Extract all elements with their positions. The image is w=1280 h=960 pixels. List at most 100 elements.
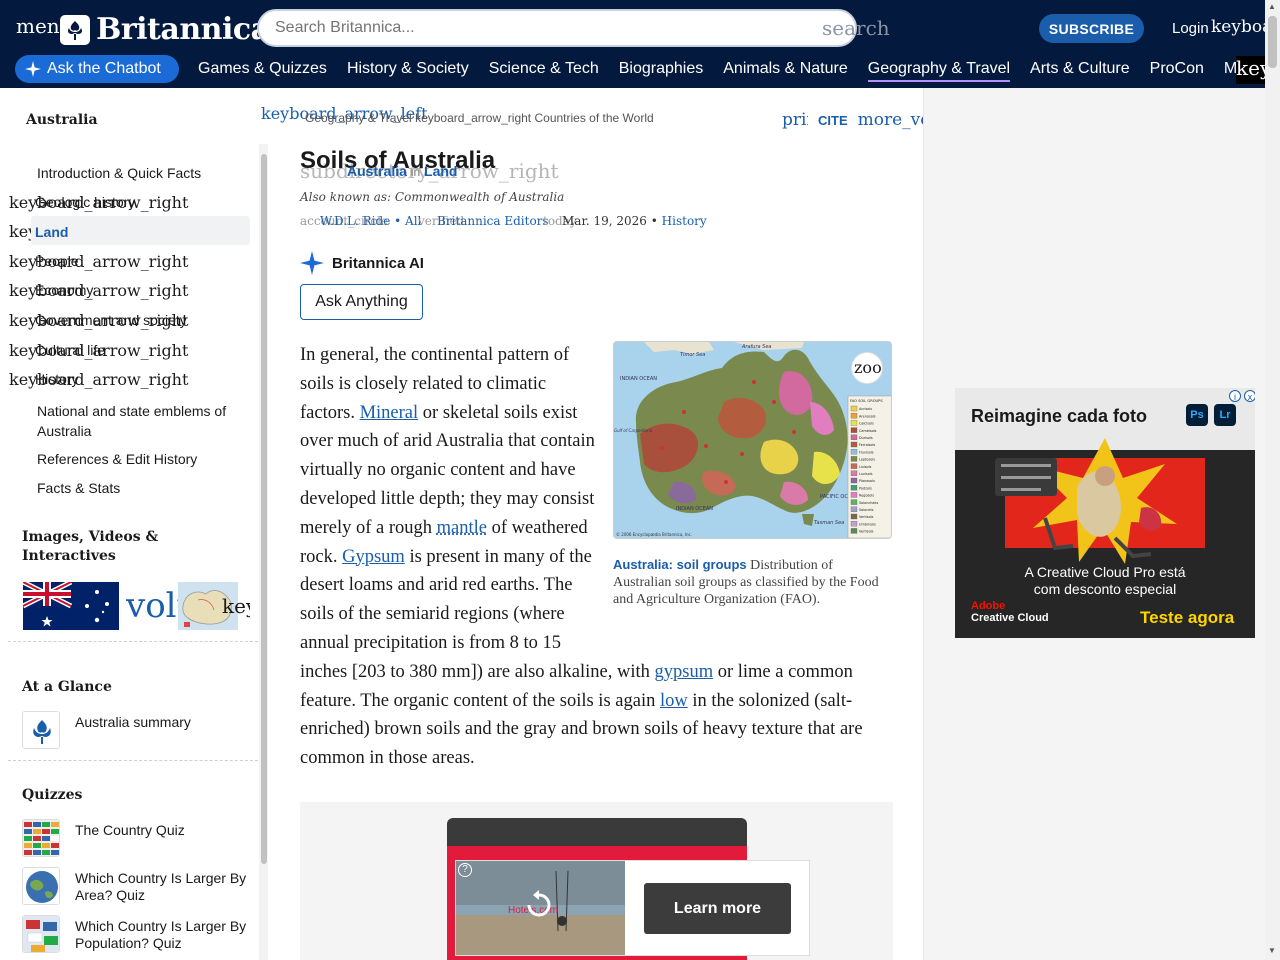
search-input[interactable] xyxy=(275,11,815,45)
nav-biographies[interactable]: Biographies xyxy=(619,60,704,82)
sidebar-title[interactable]: Australia xyxy=(26,112,98,128)
breadcrumb: Geography & Travel keyboard_arrow_right … xyxy=(305,111,654,125)
ad-promo-text: A Creative Cloud Pro está com desconto es… xyxy=(1024,564,1186,597)
britannica-thistle-icon[interactable] xyxy=(22,711,60,749)
cite-button[interactable]: CITE xyxy=(818,113,848,128)
nav-scroll-right-icon[interactable]: keyboard_arrow_right xyxy=(1236,56,1266,84)
video-volume-icon[interactable]: volume_up xyxy=(126,586,178,626)
media-next-icon[interactable]: keyboard_arrow_right xyxy=(222,594,250,618)
ad-cta-button[interactable]: Teste agora xyxy=(1140,608,1234,628)
toc-government-society[interactable]: keyboard_arrow_right Government and soci… xyxy=(9,311,188,330)
publish-date: Mar. 19, 2026 • History xyxy=(562,214,707,228)
glance-heading: At a Glance xyxy=(22,679,112,695)
byline: account_circle W.D.L. Ride • All verifie… xyxy=(300,214,707,228)
logo-wordmark: Britannica xyxy=(96,12,270,47)
authors-link[interactable]: W.D.L. Ride • All xyxy=(320,214,421,228)
also-known-as: Also known as: Commonwealth of Australia xyxy=(300,190,565,204)
breadcrumb-countries[interactable]: Countries of the World xyxy=(534,111,653,125)
link-mantle[interactable]: mantle xyxy=(437,518,487,538)
adobe-logo: Adobe Creative Cloud xyxy=(971,600,1049,624)
window-scroll-thumb[interactable] xyxy=(1268,16,1277,68)
history-link[interactable]: History xyxy=(662,214,707,228)
toc-people[interactable]: keyboard_arrow_right People xyxy=(9,252,188,271)
article-body: In general, the continental pattern of s… xyxy=(300,341,893,773)
toc-expand-icon[interactable]: keyboard_arrow_right xyxy=(9,222,31,241)
link-mineral[interactable]: Mineral xyxy=(360,403,419,423)
article-actions: print CITE more_vert xyxy=(782,110,945,130)
login-dropdown-icon[interactable]: keyboard_arrow_down xyxy=(1211,17,1269,37)
toc-label: Economy xyxy=(35,282,94,298)
ad-headline: Reimagine cada foto xyxy=(971,406,1148,426)
britannica-ai-label: Britannica AI xyxy=(332,254,424,272)
toc-facts-stats[interactable]: Facts & Stats xyxy=(37,480,120,496)
nav-games-quizzes[interactable]: Games & Quizzes xyxy=(198,60,327,82)
ad-close-icon[interactable]: x xyxy=(1244,390,1255,402)
toc-geologic-history[interactable]: keyboard_arrow_right Geologic history xyxy=(9,193,188,212)
article-sidebar: Australia Introduction & Quick Facts key… xyxy=(0,88,270,960)
divider xyxy=(8,641,258,642)
quiz-link[interactable]: Which Country Is Larger By Population? Q… xyxy=(75,918,270,952)
toc-history[interactable]: keyboard_arrow_right History xyxy=(9,370,188,389)
ad-choices[interactable]: i x xyxy=(1229,390,1255,402)
quizzes-heading: Quizzes xyxy=(22,787,83,803)
replay-icon[interactable] xyxy=(524,890,554,928)
australia-summary-link[interactable]: Australia summary xyxy=(75,714,191,731)
sidebar-ad[interactable]: Reimagine cada foto Ps Lr i x A Creative… xyxy=(955,388,1255,638)
ad-illustration xyxy=(995,438,1177,564)
link-gypsum-lower[interactable]: gypsum xyxy=(655,662,714,682)
media-heading: Images, Videos & Interactives xyxy=(22,529,159,564)
toc-economy[interactable]: keyboard_arrow_right Economy xyxy=(9,281,188,300)
link-gypsum[interactable]: Gypsum xyxy=(342,547,405,567)
print-icon[interactable]: print xyxy=(782,110,808,130)
editor-link[interactable]: Britannica Editors xyxy=(437,214,549,228)
toc-introduction[interactable]: Introduction & Quick Facts xyxy=(37,165,201,181)
britannica-ai-section: Britannica AI xyxy=(300,251,424,275)
main-nav: Games & Quizzes History & Society Scienc… xyxy=(198,60,1238,82)
ask-chatbot-button[interactable]: Ask the Chatbot xyxy=(15,55,179,83)
photoshop-icon: Ps xyxy=(1186,404,1208,426)
subscribe-button[interactable]: SUBSCRIBE xyxy=(1039,14,1144,43)
divider xyxy=(8,760,258,761)
nav-arts-culture[interactable]: Arts & Culture xyxy=(1030,60,1130,82)
nav-history-society[interactable]: History & Society xyxy=(347,60,469,82)
search-box xyxy=(257,9,857,47)
flags-quiz-thumbnail[interactable] xyxy=(22,819,60,857)
flags-population-quiz-thumbnail[interactable] xyxy=(22,915,60,953)
toc-national-emblems[interactable]: National and state emblems of Australia xyxy=(37,401,237,441)
link-low[interactable]: low xyxy=(660,691,688,711)
britannica-logo[interactable]: Britannica xyxy=(60,12,270,47)
toc-label: People xyxy=(35,253,79,269)
toc-label: History xyxy=(35,371,79,387)
toc-references[interactable]: References & Edit History xyxy=(37,451,197,467)
learn-more-button[interactable]: Learn more xyxy=(644,883,791,934)
nav-procon[interactable]: ProCon xyxy=(1150,60,1204,82)
toc-label: Geologic history xyxy=(35,194,136,210)
toc-label: Cultural life xyxy=(35,342,106,358)
globe-quiz-thumbnail[interactable] xyxy=(22,867,60,905)
breadcrumb-separator-icon: keyboard_arrow_right xyxy=(415,111,532,125)
scroll-up-icon[interactable]: ▲ xyxy=(1268,2,1276,11)
toc-land[interactable]: Land xyxy=(35,224,68,240)
australia-flag-thumbnail[interactable] xyxy=(23,582,119,630)
ad-help-icon[interactable]: ? xyxy=(458,863,472,877)
sparkle-icon xyxy=(300,251,324,275)
search-button[interactable]: search xyxy=(822,16,890,40)
ask-anything-button[interactable]: Ask Anything xyxy=(300,284,423,320)
parent-link-australia[interactable]: Australia xyxy=(347,163,407,179)
ad-info-icon[interactable]: i xyxy=(1229,390,1241,402)
breadcrumb-geography-travel[interactable]: Geography & Travel xyxy=(305,111,412,125)
toc-label: Government and society xyxy=(35,312,187,328)
parent-link-land[interactable]: Land xyxy=(424,163,457,179)
toc-cultural-life[interactable]: keyboard_arrow_right Cultural life xyxy=(9,341,188,360)
sidebar-scroll-thumb[interactable] xyxy=(261,154,267,864)
nav-geography-travel[interactable]: Geography & Travel xyxy=(867,60,1011,82)
sparkle-icon xyxy=(25,61,41,77)
quiz-link[interactable]: Which Country Is Larger By Area? Quiz xyxy=(75,870,270,904)
scroll-down-icon[interactable]: ▼ xyxy=(1268,946,1276,955)
top-bar: menu Britannica search SUBSCRIBE Login k… xyxy=(0,0,1280,88)
login-button[interactable]: Login xyxy=(1172,20,1209,37)
quiz-link[interactable]: The Country Quiz xyxy=(75,822,185,839)
nav-science-tech[interactable]: Science & Tech xyxy=(489,60,599,82)
window-scrollbar[interactable] xyxy=(1265,0,1280,960)
nav-animals-nature[interactable]: Animals & Nature xyxy=(723,60,848,82)
